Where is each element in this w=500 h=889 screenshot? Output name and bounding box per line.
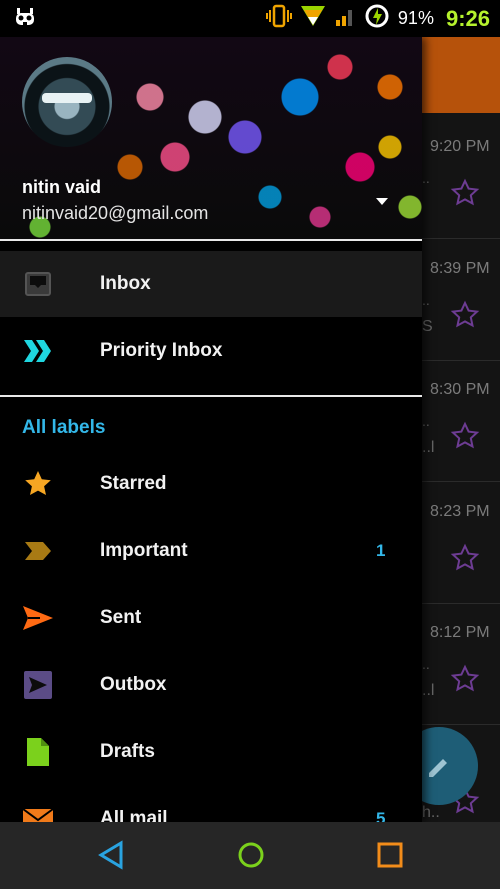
unread-count: 5 — [376, 809, 386, 822]
drawer-item-important[interactable]: Important 1 — [0, 518, 422, 584]
back-triangle-icon — [96, 840, 126, 874]
outbox-icon — [22, 669, 54, 701]
star-outline-icon[interactable] — [450, 421, 480, 451]
drawer-item-label: Outbox — [100, 674, 167, 695]
drawer-item-label: All mail — [100, 808, 168, 822]
email-time: 8:12 PM — [430, 624, 490, 641]
drawer-item-inbox[interactable]: Inbox — [0, 251, 422, 317]
star-icon — [22, 468, 54, 500]
drawer-item-all-mail[interactable]: All mail 5 — [0, 786, 422, 822]
signal-icon — [334, 4, 356, 33]
email-time: 8:39 PM — [430, 260, 490, 277]
email-time: 8:30 PM — [430, 381, 490, 398]
priority-inbox-icon — [22, 335, 54, 367]
android-notification-icon — [14, 7, 36, 34]
email-time: 9:20 PM — [430, 138, 490, 155]
unread-count: 1 — [376, 541, 386, 560]
email-subject-preview: .. — [422, 170, 430, 186]
account-email: nitinvaid20@gmail.com — [22, 203, 209, 223]
star-outline-icon[interactable] — [450, 543, 480, 573]
status-bar: 91% 9:26 — [0, 0, 500, 37]
drawer-item-starred[interactable]: Starred — [0, 451, 422, 517]
section-divider — [0, 395, 422, 397]
inbox-icon — [22, 268, 54, 300]
back-button[interactable] — [96, 840, 126, 870]
all-mail-icon — [22, 803, 54, 822]
navigation-drawer: nitin vaid nitinvaid20@gmail.com Inbox P… — [0, 37, 422, 822]
email-snippet-preview: h.. — [422, 804, 440, 821]
drawer-item-drafts[interactable]: Drafts — [0, 719, 422, 785]
email-subject-preview: .. — [422, 413, 430, 429]
star-outline-icon[interactable] — [450, 300, 480, 330]
system-navigation-bar — [0, 822, 500, 889]
home-circle-icon — [236, 842, 266, 874]
drawer-item-label: Priority Inbox — [100, 340, 223, 361]
sent-icon — [22, 602, 54, 634]
recents-button[interactable] — [375, 840, 405, 870]
header-divider — [0, 239, 422, 241]
drawer-item-priority-inbox[interactable]: Priority Inbox — [0, 318, 422, 384]
account-header[interactable]: nitin vaid nitinvaid20@gmail.com — [0, 37, 422, 239]
drawer-item-label: Starred — [100, 473, 167, 494]
important-icon — [22, 535, 54, 567]
battery-charging-icon — [364, 3, 390, 34]
star-outline-icon[interactable] — [450, 664, 480, 694]
section-title-all-labels: All labels — [22, 417, 106, 438]
home-button[interactable] — [236, 840, 266, 870]
drawer-item-outbox[interactable]: Outbox — [0, 652, 422, 718]
drafts-icon — [22, 736, 54, 768]
drawer-item-label: Drafts — [100, 741, 155, 762]
star-outline-icon[interactable] — [450, 178, 480, 208]
battery-percent: 91% — [397, 8, 434, 28]
dropdown-arrow-icon[interactable] — [368, 187, 396, 215]
email-subject-preview: .. — [422, 292, 430, 308]
drawer-item-sent[interactable]: Sent — [0, 585, 422, 651]
vibrate-icon — [265, 4, 292, 33]
account-name: nitin vaid — [22, 177, 102, 197]
email-snippet-preview: S — [422, 318, 433, 335]
email-subject-preview: .. — [422, 656, 430, 672]
drawer-item-label: Important — [100, 540, 188, 561]
email-snippet-preview: ..l — [422, 682, 435, 699]
clock: 9:26 — [445, 5, 490, 31]
email-snippet-preview: ..l — [422, 439, 435, 456]
email-time: 8:23 PM — [430, 503, 490, 520]
avatar[interactable] — [22, 57, 112, 147]
recents-square-icon — [375, 842, 405, 874]
drawer-item-label: Inbox — [100, 273, 151, 294]
wifi-icon — [300, 4, 326, 33]
drawer-item-label: Sent — [100, 607, 142, 628]
